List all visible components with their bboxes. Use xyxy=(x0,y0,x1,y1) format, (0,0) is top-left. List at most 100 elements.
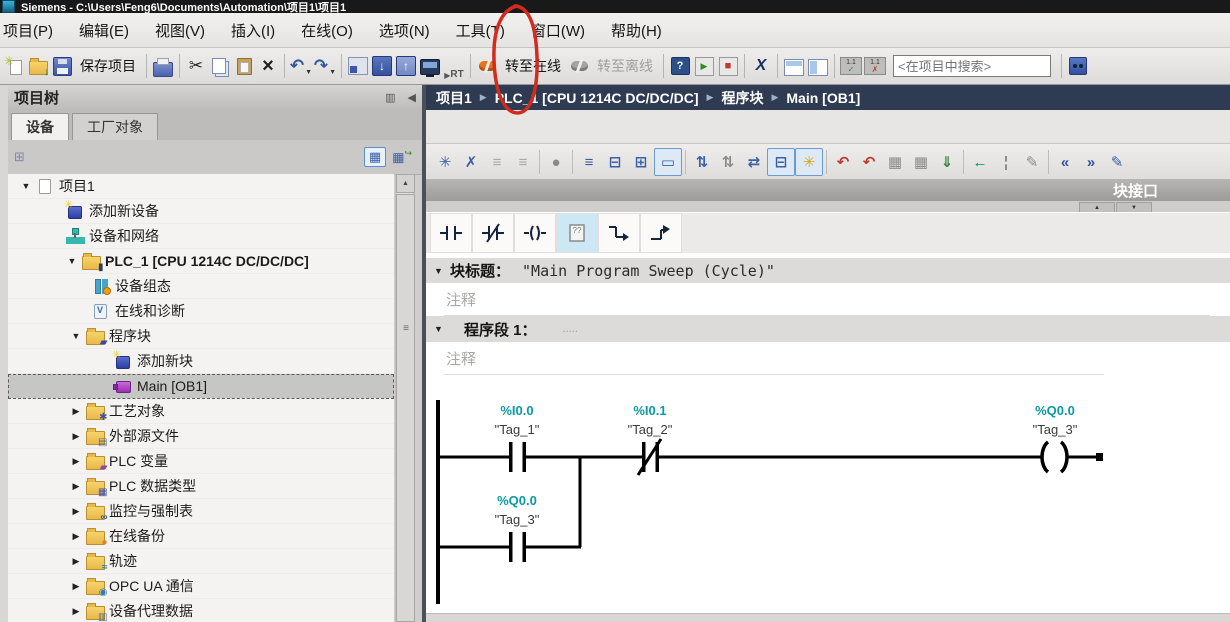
favorite-empty-box-button[interactable]: ?? xyxy=(556,213,598,253)
tree-item-main-ob1[interactable]: Main [OB1] xyxy=(8,374,394,399)
refresh-view-icon[interactable]: ▦↪ xyxy=(392,148,412,165)
reset-layout-button[interactable]: 1.1✗ xyxy=(863,52,887,80)
discard-changes-icon[interactable]: ↶ xyxy=(830,149,856,175)
tree-item-plc-data-types[interactable]: ▶ PLC 数据类型 xyxy=(8,474,394,499)
expand-arrow-icon[interactable]: ▼ xyxy=(68,331,84,341)
next-bookmark-icon[interactable]: » xyxy=(1078,149,1104,175)
collapse-arrow-icon[interactable]: ▶ xyxy=(68,481,84,492)
keep-layout-button[interactable]: 1.1✓ xyxy=(839,52,863,80)
tree-item-online-backups[interactable]: ▶ 在线备份 xyxy=(8,524,394,549)
delete-network-icon[interactable]: ✗ xyxy=(458,149,484,175)
absolute-operands-icon[interactable]: ⇅ xyxy=(689,149,715,175)
sort-tree-icon[interactable]: ⊞ xyxy=(8,149,31,165)
tab-plant-objects[interactable]: 工厂对象 xyxy=(72,113,158,140)
menu-item[interactable]: 项目(P) xyxy=(0,20,66,41)
tree-item-program-blocks[interactable]: ▼ 程序块 xyxy=(8,324,394,349)
no-contact-tag1[interactable]: %I0.0 "Tag_1" xyxy=(495,403,540,472)
block-title-bar[interactable]: ▼ 块标题： "Main Program Sweep (Cycle)" xyxy=(426,258,1230,283)
menu-item[interactable]: 插入(I) xyxy=(218,20,288,41)
collapse-arrow-icon[interactable]: ▶ xyxy=(68,431,84,442)
open-project-button[interactable] xyxy=(26,52,50,80)
paste-button[interactable] xyxy=(232,52,256,80)
breadcrumb-item[interactable]: 项目1 xyxy=(436,88,472,108)
expand-arrow-icon[interactable]: ▼ xyxy=(64,256,80,266)
rewire-operand-icon[interactable]: ← xyxy=(967,149,993,175)
tree-item-device-configuration[interactable]: 设备组态 xyxy=(8,274,394,299)
delete-button[interactable]: × xyxy=(256,52,280,80)
tree-item-technology-objects[interactable]: ▶ 工艺对象 xyxy=(8,399,394,424)
print-button[interactable] xyxy=(151,52,175,80)
favorite-open-branch-button[interactable] xyxy=(598,213,640,253)
project-library-button[interactable] xyxy=(1066,52,1090,80)
collapse-arrow-icon[interactable]: ▶ xyxy=(68,406,84,417)
collapse-panel-icon[interactable]: ◀ xyxy=(402,91,422,104)
pin-panel-icon[interactable]: ▥ xyxy=(379,91,401,104)
no-contact-branch-tag3[interactable]: %Q0.0 "Tag_3" xyxy=(495,493,540,562)
block-comment-row[interactable]: 注释 xyxy=(426,283,1230,316)
menu-item[interactable]: 选项(N) xyxy=(366,20,443,41)
save-project-button[interactable] xyxy=(50,52,74,80)
start-cpu-button[interactable]: ▶ xyxy=(692,52,716,80)
start-simulation-button[interactable] xyxy=(418,52,442,80)
network-comments-icon[interactable]: ▭ xyxy=(654,148,682,176)
favorites-toolbar-icon[interactable]: ✳ xyxy=(795,148,823,176)
go-online-button[interactable] xyxy=(475,52,499,80)
accessible-devices-button[interactable]: ? xyxy=(668,52,692,80)
tree-item-external-sources[interactable]: ▶ 外部源文件 xyxy=(8,424,394,449)
coil-tag3[interactable]: %Q0.0 "Tag_3" xyxy=(1033,403,1103,472)
operand-display-icon[interactable]: ⇄ xyxy=(741,149,767,175)
tree-item-project[interactable]: ▼ 项目1 xyxy=(8,174,394,199)
symbolic-operands-icon[interactable]: ⇅ xyxy=(715,149,741,175)
tree-item-plc-tags[interactable]: ▶ PLC 变量 xyxy=(8,449,394,474)
undo-dropdown-icon[interactable]: ▼ xyxy=(305,69,312,80)
show-all-networks-icon[interactable]: ≡ xyxy=(576,149,602,175)
tree-item-devices-networks[interactable]: 设备和网络 xyxy=(8,224,394,249)
collapse-arrow-icon[interactable]: ▶ xyxy=(68,456,84,467)
copy-button[interactable] xyxy=(208,52,232,80)
redo-dropdown-icon[interactable]: ▼ xyxy=(329,69,336,80)
create-snapshot-icon[interactable]: ▦ xyxy=(908,149,934,175)
breadcrumb-item[interactable]: Main [OB1] xyxy=(786,90,860,106)
menu-item[interactable]: 工具(T) xyxy=(443,20,518,41)
free-comment-icon[interactable]: ✎ xyxy=(1104,149,1130,175)
compile-button[interactable] xyxy=(346,52,370,80)
collapse-arrow-icon[interactable]: ▶ xyxy=(68,606,84,617)
scrollbar-thumb[interactable]: ≡ xyxy=(396,194,415,622)
expand-arrow-icon[interactable]: ▼ xyxy=(18,181,34,191)
apply-start-values-icon[interactable]: ⇓ xyxy=(934,149,960,175)
search-input[interactable] xyxy=(893,55,1051,77)
insert-network-icon[interactable]: ✳ xyxy=(432,149,458,175)
stop-cpu-button[interactable]: ■ xyxy=(716,52,740,80)
block-title-value[interactable]: "Main Program Sweep (Cycle)" xyxy=(522,262,775,280)
split-editor-vertical-button[interactable] xyxy=(806,52,830,80)
favorite-nc-contact-button[interactable] xyxy=(472,213,514,253)
breadcrumb-item[interactable]: 程序块 xyxy=(721,88,763,108)
collapse-network-icon[interactable]: ▼ xyxy=(434,324,450,334)
delete-row-icon[interactable]: ≡ xyxy=(510,149,536,175)
block-interface-bar[interactable]: 块接口 xyxy=(426,179,1230,201)
nc-contact-tag2[interactable]: %I0.1 "Tag_2" xyxy=(628,403,673,475)
block-comment-placeholder[interactable]: 注释 xyxy=(426,289,476,310)
redo-button[interactable]: ↷▼ xyxy=(313,52,337,80)
breadcrumb-item[interactable]: PLC_1 [CPU 1214C DC/DC/DC] xyxy=(495,90,699,106)
go-offline-label[interactable]: 转至离线 xyxy=(591,56,659,76)
collapse-arrow-icon[interactable]: ▶ xyxy=(68,581,84,592)
close-all-networks-icon[interactable]: ⊟ xyxy=(602,149,628,175)
menu-item[interactable]: 帮助(H) xyxy=(598,20,675,41)
favorite-no-contact-button[interactable] xyxy=(430,213,472,253)
load-snapshot-icon[interactable]: ▦ xyxy=(882,149,908,175)
split-editor-horizontal-button[interactable] xyxy=(782,52,806,80)
upload-from-device-button[interactable]: ↑ xyxy=(394,52,418,80)
tree-item-online-diagnostics[interactable]: 在线和诊断 xyxy=(8,299,394,324)
menu-item[interactable]: 视图(V) xyxy=(142,20,218,41)
tree-item-traces[interactable]: ▶ 轨迹 xyxy=(8,549,394,574)
menu-item[interactable]: 窗口(W) xyxy=(518,20,598,41)
network-comment-row[interactable]: 注释 xyxy=(426,342,1230,375)
cross-references-button[interactable]: X xyxy=(749,52,773,80)
discard-all-changes-icon[interactable]: ↶ xyxy=(856,149,882,175)
tree-item-device-proxy-data[interactable]: ▶ 设备代理数据 xyxy=(8,599,394,622)
open-all-networks-icon[interactable]: ⊞ xyxy=(628,149,654,175)
tree-scrollbar[interactable]: ▲ ≡ xyxy=(395,174,413,622)
hide-operand-info-icon[interactable]: ⊟ xyxy=(767,148,795,176)
previous-bookmark-icon[interactable]: « xyxy=(1052,149,1078,175)
